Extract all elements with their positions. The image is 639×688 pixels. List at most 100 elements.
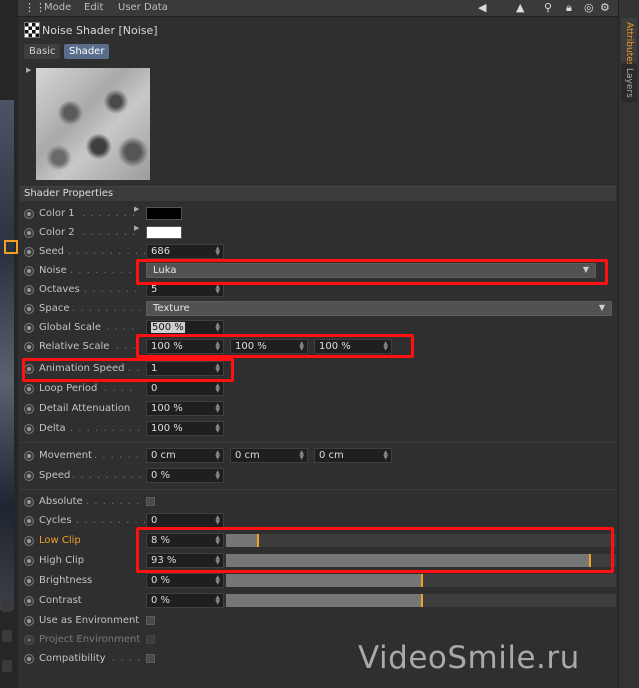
animate-icon[interactable] <box>24 576 34 586</box>
left-viewport-strip <box>0 0 18 688</box>
animate-icon[interactable] <box>24 285 34 295</box>
preview-expand-icon[interactable]: ▶ <box>26 66 31 74</box>
global-scale-field[interactable]: 500 % ▲ ▼ <box>146 320 224 335</box>
tab-basic[interactable]: Basic <box>24 44 61 59</box>
animate-icon[interactable] <box>24 304 34 314</box>
section-shader-properties[interactable]: Shader Properties <box>20 186 616 201</box>
row-delta: Delta . . . . . . . . . . 100 % ▲ ▼ <box>20 420 616 438</box>
label-high-clip: High Clip <box>39 555 85 566</box>
animate-icon[interactable] <box>24 228 34 238</box>
leader-dots: . . . . . . . . . . <box>68 246 148 257</box>
right-tab-strip: Attributes Layers <box>618 0 639 688</box>
spinner-icon[interactable]: ▲ ▼ <box>299 450 304 461</box>
section-title: Shader Properties <box>24 188 114 199</box>
spinner-icon[interactable]: ▲ ▼ <box>215 595 220 606</box>
row-detail-attenuation: Detail Attenuation 100 % ▲ ▼ <box>20 400 616 418</box>
movement-z-value: 0 cm <box>319 450 344 461</box>
animate-icon[interactable] <box>24 247 34 257</box>
spinner-icon[interactable]: ▲ ▼ <box>215 246 220 257</box>
menu-user-data[interactable]: User Data <box>118 2 168 13</box>
animate-icon[interactable] <box>24 654 34 664</box>
expand-icon[interactable]: ▶ <box>134 224 139 232</box>
spinner-icon[interactable]: ▲ ▼ <box>215 403 220 414</box>
expand-icon[interactable]: ▶ <box>134 205 139 213</box>
back-arrow-icon[interactable]: ◀ <box>478 1 486 14</box>
absolute-checkbox[interactable] <box>146 497 155 506</box>
animate-icon[interactable] <box>24 516 34 526</box>
spinner-icon[interactable]: ▲ ▼ <box>215 383 220 394</box>
tab-shader[interactable]: Shader <box>64 44 110 59</box>
animate-icon[interactable] <box>24 424 34 434</box>
scroll-marker <box>2 630 12 642</box>
movement-x-field[interactable]: 0 cm ▲ ▼ <box>146 448 224 463</box>
speed-value: 0 % <box>151 470 171 481</box>
compatibility-checkbox[interactable] <box>146 654 155 663</box>
loop-period-field[interactable]: 0 ▲ ▼ <box>146 381 224 396</box>
movement-y-field[interactable]: 0 cm ▲ ▼ <box>230 448 308 463</box>
row-absolute: Absolute . . . . . . . <box>20 493 616 511</box>
lock-icon[interactable]: 🔒︎ <box>566 1 572 15</box>
animate-icon[interactable] <box>24 497 34 507</box>
color2-swatch[interactable] <box>146 226 182 239</box>
label-global-scale: Global Scale <box>39 322 101 333</box>
up-arrow-icon[interactable]: ▲ <box>516 1 524 14</box>
contrast-field[interactable]: 0 % ▲ ▼ <box>146 593 224 608</box>
animate-icon[interactable] <box>24 536 34 546</box>
contrast-slider-handle[interactable] <box>421 594 423 607</box>
row-contrast: Contrast 0 % ▲ ▼ <box>20 592 616 610</box>
brightness-slider-fill <box>226 574 421 587</box>
animate-icon[interactable] <box>24 266 34 276</box>
animate-icon[interactable] <box>24 556 34 566</box>
search-icon[interactable]: ⚲ <box>544 1 552 14</box>
contrast-value: 0 % <box>151 595 171 606</box>
spinner-icon[interactable]: ▲ ▼ <box>215 322 220 333</box>
space-value: Texture <box>153 303 190 314</box>
label-octaves: Octaves <box>39 284 80 295</box>
menu-edit[interactable]: Edit <box>84 2 103 13</box>
brightness-slider[interactable] <box>226 574 616 587</box>
animate-icon[interactable] <box>24 616 34 626</box>
label-detail-attenuation: Detail Attenuation <box>39 403 131 414</box>
animate-icon[interactable] <box>24 451 34 461</box>
spinner-icon[interactable]: ▲ ▼ <box>383 450 388 461</box>
row-loop-period: Loop Period . . . . 0 ▲ ▼ <box>20 380 616 398</box>
animate-icon[interactable] <box>24 323 34 333</box>
cycles-field[interactable]: 0 ▲ ▼ <box>146 513 224 528</box>
spinner-icon[interactable]: ▲ ▼ <box>215 515 220 526</box>
brightness-field[interactable]: 0 % ▲ ▼ <box>146 573 224 588</box>
watermark-text: VideoSmile.ru <box>358 640 580 676</box>
tab-layers[interactable]: Layers <box>621 64 637 102</box>
animate-icon[interactable] <box>24 596 34 606</box>
animate-icon[interactable] <box>24 404 34 414</box>
spinner-icon[interactable]: ▲ ▼ <box>215 470 220 481</box>
delta-field[interactable]: 100 % ▲ ▼ <box>146 421 224 436</box>
row-speed: Speed . . . . . . . . . . 0 % ▲ ▼ <box>20 467 616 485</box>
spinner-icon[interactable]: ▲ ▼ <box>215 423 220 434</box>
detail-attenuation-field[interactable]: 100 % ▲ ▼ <box>146 401 224 416</box>
color1-swatch[interactable] <box>146 207 182 220</box>
animate-icon[interactable] <box>24 384 34 394</box>
seed-field[interactable]: 686 ▲ ▼ <box>146 244 224 259</box>
row-color1: Color 1 . . . . . . . ▶ <box>20 205 616 223</box>
movement-z-field[interactable]: 0 cm ▲ ▼ <box>314 448 392 463</box>
animate-icon[interactable] <box>24 342 34 352</box>
spinner-icon[interactable]: ▲ ▼ <box>215 284 220 295</box>
label-color2: Color 2 <box>39 227 75 238</box>
target-icon[interactable]: ◎ <box>584 1 594 14</box>
settings-icon[interactable]: ⚙ <box>600 1 610 14</box>
space-dropdown[interactable]: Texture ▼ <box>146 301 612 316</box>
leader-dots: . . . . <box>106 322 136 333</box>
animate-icon[interactable] <box>24 635 34 645</box>
animate-icon[interactable] <box>24 471 34 481</box>
speed-field[interactable]: 0 % ▲ ▼ <box>146 468 224 483</box>
spinner-icon[interactable]: ▲ ▼ <box>215 450 220 461</box>
tab-attributes[interactable]: Attributes <box>621 18 637 66</box>
project-environment-checkbox[interactable] <box>146 635 155 644</box>
animate-icon[interactable] <box>24 209 34 219</box>
brightness-slider-handle[interactable] <box>421 574 423 587</box>
spinner-icon[interactable]: ▲ ▼ <box>215 575 220 586</box>
use-as-environment-checkbox[interactable] <box>146 616 155 625</box>
contrast-slider[interactable] <box>226 594 616 607</box>
menu-mode[interactable]: Mode <box>44 2 71 13</box>
label-use-as-environment: Use as Environment <box>39 615 140 626</box>
